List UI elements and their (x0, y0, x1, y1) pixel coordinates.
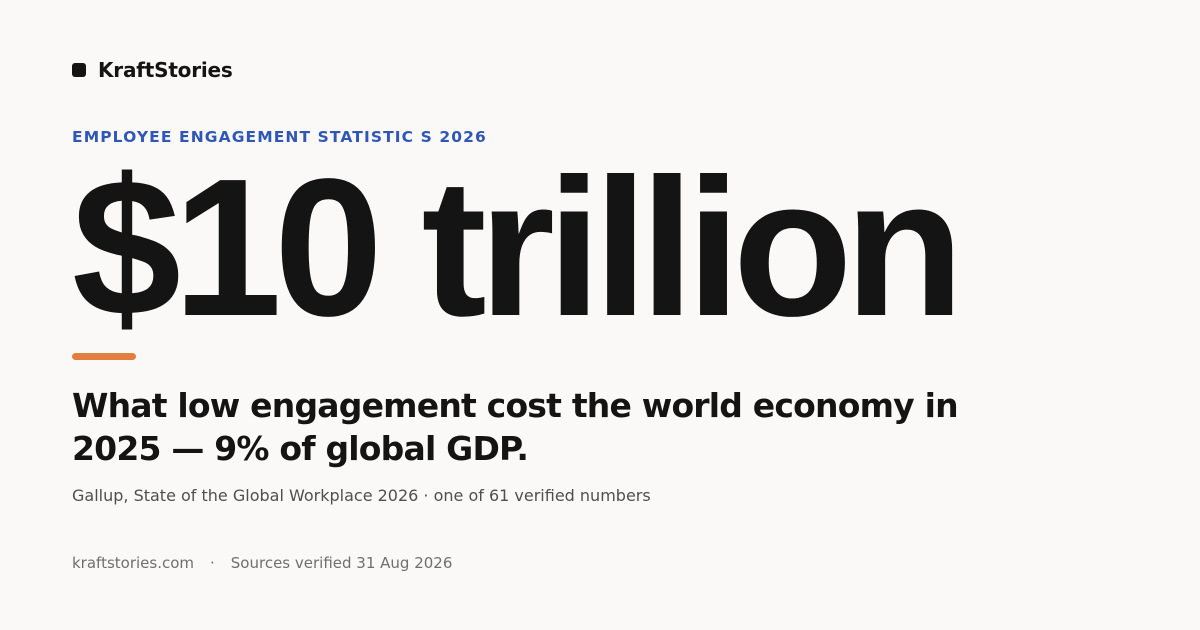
footer-verified-date: Sources verified 31 Aug 2026 (230, 554, 453, 572)
hero-statistic: $10 trillion (72, 138, 964, 357)
brand: KraftStories (72, 58, 233, 82)
footer-domain: kraftstories.com (72, 554, 194, 572)
accent-divider (72, 353, 136, 360)
brand-name: KraftStories (98, 58, 233, 82)
headline: What low engagement cost the world econo… (72, 386, 959, 468)
source-citation: Gallup, State of the Global Workplace 20… (72, 486, 651, 505)
footer: kraftstories.com · Sources verified 31 A… (72, 554, 452, 572)
square-logo-icon (72, 63, 86, 77)
footer-separator: · (210, 554, 215, 572)
